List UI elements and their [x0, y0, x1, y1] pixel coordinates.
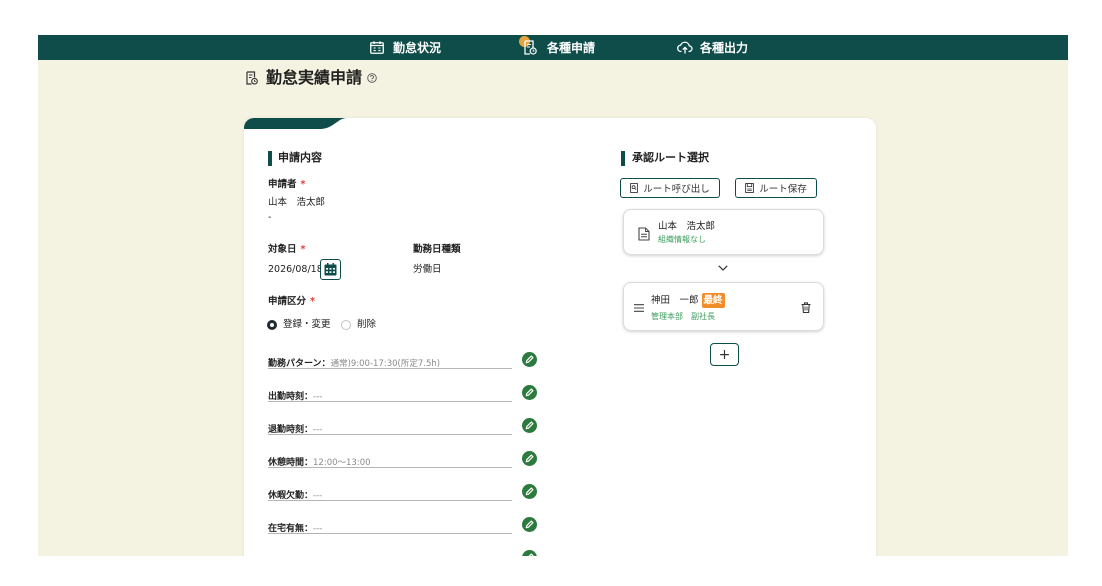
- pencil-icon[interactable]: [522, 418, 537, 433]
- app-frame: 勤怠状況 各種申請 各種出力 勤怠実績申請 申請内容 申請者 * 山本 浩太郎 …: [38, 35, 1068, 556]
- field-value: ---: [313, 392, 323, 402]
- radio-register-change[interactable]: [267, 320, 277, 330]
- drag-handle-icon[interactable]: [634, 304, 644, 312]
- field-leave-absence: 休暇欠勤：---: [268, 486, 512, 501]
- card-header-tab: [244, 118, 346, 129]
- nav-item-label: 各種申請: [547, 41, 596, 55]
- trash-icon[interactable]: [801, 302, 811, 313]
- page-title-text: 勤怠実績申請: [266, 68, 363, 87]
- calendar-check-icon: [370, 41, 384, 54]
- save-route-button[interactable]: ルート保存: [735, 178, 817, 198]
- load-route-button-label: ルート呼び出し: [643, 184, 710, 195]
- required-mark: *: [300, 179, 306, 190]
- target-date-label-text: 対象日: [268, 244, 297, 255]
- field-remote-work: 在宅有無：---: [268, 519, 512, 534]
- field-clock-out: 退勤時刻：---: [268, 420, 512, 435]
- field-value: ---: [313, 524, 323, 534]
- final-approver-badge: 最終: [701, 293, 725, 308]
- date-picker-button[interactable]: [320, 259, 341, 280]
- required-mark: *: [300, 244, 306, 255]
- pencil-icon[interactable]: [522, 484, 537, 499]
- document-clock-icon: [524, 40, 537, 55]
- cloud-upload-icon: [677, 41, 693, 54]
- nav-item-exports[interactable]: 各種出力: [677, 35, 748, 60]
- pencil-icon[interactable]: [522, 385, 537, 400]
- top-nav: 勤怠状況 各種申請 各種出力: [38, 35, 1068, 60]
- field-work-pattern: 勤務パターン：通常)9:00-17:30(所定7.5h): [268, 354, 512, 369]
- application-card: 申請内容 申請者 * 山本 浩太郎 - 対象日 * 勤務日種類 2026/08/18…: [244, 118, 876, 556]
- pencil-icon[interactable]: [522, 550, 537, 556]
- document-icon: [638, 227, 650, 241]
- applicant-sub: -: [268, 212, 272, 223]
- section-bar: [268, 151, 272, 166]
- field-value: 12:00～13:00: [313, 458, 371, 468]
- step-org: 組織情報なし: [658, 235, 706, 244]
- route-step-applicant: 山本 浩太郎 組織情報なし: [623, 209, 824, 255]
- page-title: 勤怠実績申請: [246, 68, 377, 88]
- radio-label-register-change[interactable]: 登録・変更: [283, 318, 331, 332]
- add-step-button-label: +: [718, 346, 731, 363]
- section-title-approval-route: 承認ルート選択: [632, 151, 709, 164]
- document-search-icon: [630, 183, 639, 193]
- chevron-down-icon: [718, 265, 728, 271]
- document-clock-icon: [246, 71, 258, 85]
- save-icon: [745, 183, 755, 193]
- field-label: 在宅有無：: [268, 524, 314, 534]
- workday-type-label: 勤務日種類: [413, 244, 461, 255]
- route-step-approver[interactable]: 神田 一郎 最終 管理本部 副社長: [623, 282, 824, 331]
- section-title-application: 申請内容: [278, 151, 322, 164]
- pencil-icon[interactable]: [522, 451, 537, 466]
- target-date-label: 対象日 *: [268, 243, 305, 257]
- field-label: 休暇欠勤：: [268, 491, 314, 501]
- nav-item-applications[interactable]: 各種申請: [524, 35, 595, 60]
- radio-label-delete[interactable]: 削除: [357, 318, 376, 332]
- save-route-button-label: ルート保存: [759, 184, 807, 195]
- field-value: 通常)9:00-17:30(所定7.5h): [330, 359, 441, 369]
- field-clock-in: 出勤時刻：---: [268, 387, 512, 402]
- section-bar: [621, 151, 625, 166]
- field-label: 休憩時間：: [268, 458, 314, 468]
- pencil-icon[interactable]: [522, 517, 537, 532]
- pencil-icon[interactable]: [522, 352, 537, 367]
- nav-item-attendance-status[interactable]: 勤怠状況: [370, 35, 441, 60]
- applicant-label-text: 申請者: [268, 179, 297, 190]
- field-value: ---: [313, 425, 323, 435]
- applicant-name: 山本 浩太郎: [268, 197, 326, 208]
- field-label: 退勤時刻：: [268, 425, 314, 435]
- add-step-button[interactable]: +: [710, 343, 739, 366]
- field-break-time: 休憩時間：12:00～13:00: [268, 453, 512, 468]
- step-name-row: 神田 一郎 最終: [651, 293, 725, 308]
- category-label-text: 申請区分: [268, 296, 307, 307]
- radio-delete[interactable]: [341, 320, 351, 330]
- field-label: 出勤時刻：: [268, 392, 314, 402]
- step-name: 神田 一郎: [651, 294, 699, 306]
- nav-item-label: 各種出力: [700, 41, 749, 55]
- applicant-label: 申請者 *: [268, 178, 305, 192]
- workday-type-value: 労働日: [413, 264, 442, 275]
- nav-item-label: 勤怠状況: [393, 41, 442, 55]
- field-label: 勤務パターン：: [268, 359, 331, 369]
- load-route-button[interactable]: ルート呼び出し: [620, 178, 720, 198]
- field-value: ---: [313, 491, 323, 501]
- required-mark: *: [310, 296, 315, 307]
- category-label: 申請区分 *: [268, 295, 315, 309]
- help-circle-icon[interactable]: [367, 73, 377, 83]
- step-name: 山本 浩太郎: [658, 221, 716, 232]
- calendar-icon: [324, 263, 337, 276]
- target-date-value[interactable]: 2026/08/18: [268, 263, 323, 277]
- step-org: 管理本部 副社長: [651, 312, 715, 321]
